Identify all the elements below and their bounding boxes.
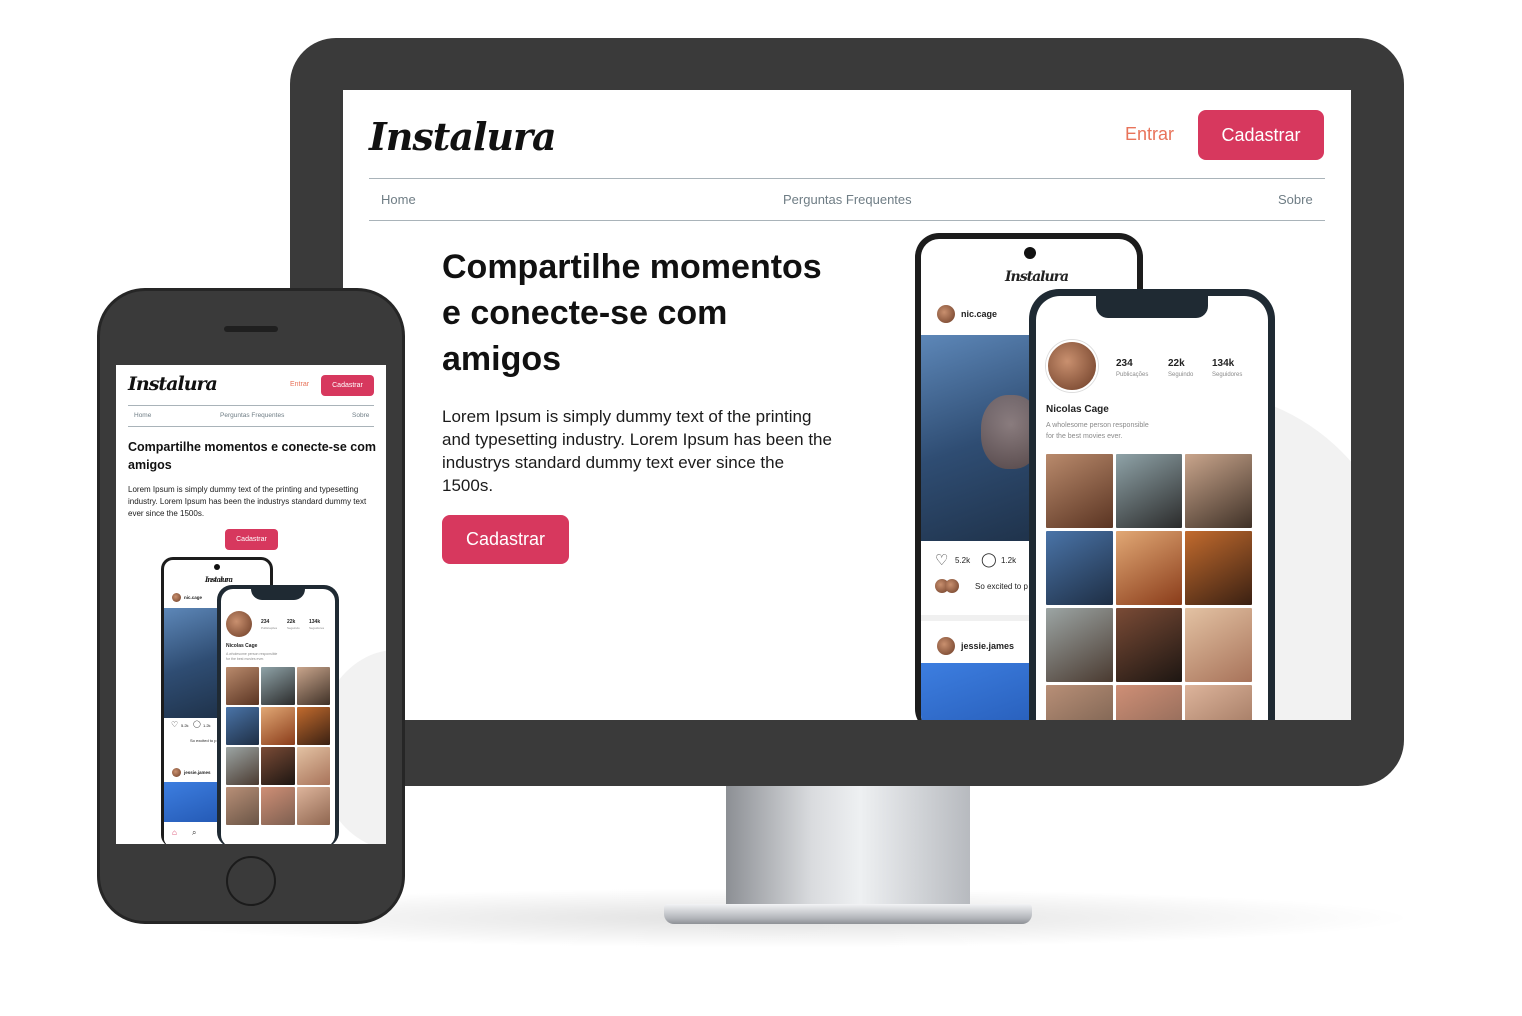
nav-item-about[interactable]: Sobre — [1278, 192, 1313, 207]
stat-posts-label: Publicações — [1116, 372, 1149, 378]
stat-following-label: Seguindo — [287, 626, 300, 630]
profile-avatar — [226, 611, 252, 637]
post-caption: So excited to p — [975, 582, 1028, 591]
profile-bio-line2: for the best movies ever. — [1046, 433, 1123, 440]
feed-logo: Instalura — [1005, 269, 1069, 285]
main-nav: Home Perguntas Frequentes Sobre — [128, 405, 374, 427]
desktop-screen: Instalura Entrar Cadastrar Home Pergunta… — [343, 90, 1351, 720]
stat-followers-value: 134k — [309, 619, 321, 625]
feed-logo: Instalura — [205, 575, 233, 584]
stat-following-label: Seguindo — [1168, 372, 1194, 378]
hero-title: Compartilhe momentos e conecte-se com am… — [442, 248, 822, 378]
phone-home-button[interactable] — [226, 856, 276, 906]
stat-followers-label: Seguidores — [309, 626, 325, 630]
profile-bio-line2: for the best movies ever. — [226, 657, 265, 661]
heart-icon[interactable]: ♡ — [935, 551, 948, 569]
profile-photo-grid — [226, 667, 330, 825]
nav-item-home[interactable]: Home — [381, 192, 416, 207]
home-icon[interactable]: ⌂ — [172, 828, 177, 837]
post-username: jessie.james — [961, 641, 1015, 651]
nav-item-home[interactable]: Home — [134, 412, 151, 419]
profile-name: Nicolas Cage — [1046, 404, 1109, 415]
profile-phone-screen: 234 Publicações 22k Seguindo 134k Seguid… — [1036, 296, 1268, 720]
profile-phone: 234 Publicações 22k Seguindo 134k Seguid… — [1029, 289, 1275, 720]
stat-posts-label: Publicações — [261, 626, 278, 630]
comments-count: 1.2k — [203, 723, 211, 728]
phone-speaker — [224, 326, 278, 332]
profile-bio-line1: A wholesome person responsible — [1046, 422, 1149, 429]
main-nav: Home Perguntas Frequentes Sobre — [369, 178, 1325, 221]
monitor-stand-base — [664, 904, 1032, 924]
signup-button[interactable]: Cadastrar — [321, 375, 374, 396]
nav-item-faq[interactable]: Perguntas Frequentes — [220, 412, 284, 419]
phones-illustration: Instalura nic.cage ♡ 5.2k ◯ 1.2k So exci… — [161, 557, 341, 844]
stat-posts-value: 234 — [261, 619, 270, 625]
hero-description: Lorem Ipsum is simply dummy text of the … — [128, 485, 367, 518]
stat-following-value: 22k — [287, 619, 296, 625]
stat-following-value: 22k — [1168, 358, 1185, 369]
monitor-stand — [726, 786, 970, 910]
mobile-screen: Instalura Entrar Cadastrar Home Pergunta… — [116, 365, 386, 844]
camera — [1024, 247, 1036, 259]
likers-avatar — [945, 579, 959, 593]
likes-count: 5.2k — [955, 556, 971, 565]
site-logo[interactable]: Instalura — [128, 373, 218, 395]
comment-icon[interactable]: ◯ — [193, 720, 201, 728]
profile-name: Nicolas Cage — [226, 643, 258, 649]
profile-avatar — [1046, 340, 1098, 392]
notch — [251, 589, 305, 600]
post-avatar — [937, 305, 955, 323]
post-username: nic.cage — [961, 309, 998, 319]
stat-followers-label: Seguidores — [1212, 372, 1243, 378]
hero-signup-button[interactable]: Cadastrar — [442, 515, 569, 564]
post-avatar — [172, 768, 181, 777]
phones-illustration: Instalura nic.cage ♡ 5.2k ◯ 1.2k So exci… — [915, 233, 1285, 720]
nav-item-about[interactable]: Sobre — [352, 412, 369, 419]
post-username: jessie.james — [184, 770, 211, 775]
post-avatar — [172, 593, 181, 602]
site-logo[interactable]: Instalura — [369, 114, 557, 159]
login-link[interactable]: Entrar — [290, 381, 309, 388]
post-caption: So excited to p — [190, 738, 217, 743]
heart-icon[interactable]: ♡ — [171, 720, 178, 729]
post-avatar — [937, 637, 955, 655]
nav-item-faq[interactable]: Perguntas Frequentes — [783, 192, 912, 207]
camera — [214, 564, 220, 570]
notch — [1096, 296, 1208, 318]
post-username: nic.cage — [184, 595, 203, 600]
signup-button[interactable]: Cadastrar — [1198, 110, 1324, 160]
login-link[interactable]: Entrar — [1125, 124, 1174, 145]
hero-signup-button[interactable]: Cadastrar — [225, 529, 278, 550]
stat-posts-value: 234 — [1116, 358, 1133, 369]
comments-count: 1.2k — [1001, 556, 1017, 565]
comment-icon[interactable]: ◯ — [981, 551, 997, 568]
profile-phone: 234 Publicações 22k Seguindo 134k Seguid… — [217, 585, 339, 844]
stat-followers-value: 134k — [1212, 358, 1235, 369]
hero-title: Compartilhe momentos e conecte-se com am… — [128, 440, 376, 472]
profile-phone-screen: 234 Publicações 22k Seguindo 134k Seguid… — [221, 589, 335, 844]
profile-photo-grid — [1046, 454, 1252, 720]
likes-count: 5.2k — [181, 723, 189, 728]
profile-bio-line1: A wholesome person responsible — [226, 652, 278, 656]
hero-description: Lorem Ipsum is simply dummy text of the … — [442, 407, 832, 495]
search-icon[interactable]: ⌕ — [192, 828, 196, 838]
